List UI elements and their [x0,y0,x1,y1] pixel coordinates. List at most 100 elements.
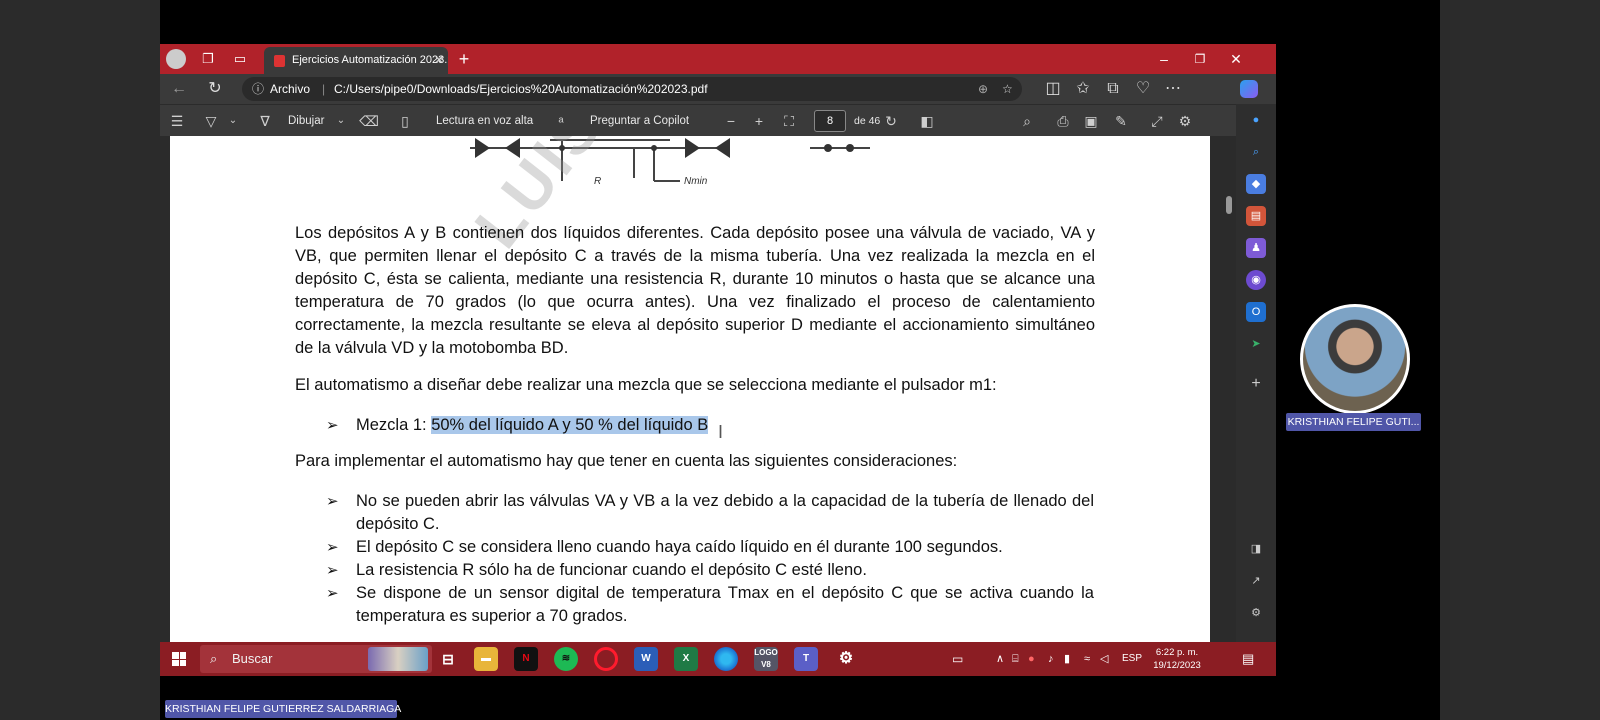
pdf-search-icon[interactable]: ⌕ [1016,105,1038,137]
word-icon[interactable]: W [634,647,658,671]
new-tab-icon[interactable]: + [452,44,476,74]
browser-essentials-icon[interactable]: ♡ [1130,74,1156,104]
fit-page-icon[interactable]: ⛶ [778,105,800,137]
tab-pdf-document[interactable]: Ejercicios Automatización 2023.pdf ✕ [264,47,448,74]
rotate-icon[interactable]: ↻ [880,105,902,137]
address-bar[interactable]: ⓘ Archivo | C:/Users/pipe0/Downloads/Eje… [242,77,1022,101]
send-icon[interactable]: ➤ [1246,334,1266,354]
close-window-icon[interactable]: ✕ [1218,44,1254,74]
split-screen-icon[interactable]: ◫ [1040,74,1066,104]
sidebar-settings-icon[interactable]: ⚙ [1246,603,1266,623]
left-letterbox [0,0,160,720]
tray-display-icon[interactable]: ▭ [952,642,963,676]
settings-icon[interactable]: ⚙ [834,647,858,671]
zoom-icon[interactable]: ⊕ [978,77,988,101]
mix-highlighted-text[interactable]: 50% del líquido A y 50 % del líquido B [431,416,709,434]
shopping-icon[interactable]: ◆ [1246,174,1266,194]
browser-window: ❐ ▭ Ejercicios Automatización 2023.pdf ✕… [160,44,1276,642]
draw-button[interactable]: Dibujar [288,105,324,137]
draw-icon[interactable]: ∇ [254,105,276,137]
highlight-icon[interactable]: ▽ [200,105,222,137]
notification-center-icon[interactable]: ▤ [1242,642,1254,676]
collections-icon[interactable]: ⧉ [1100,74,1126,104]
page-number-input[interactable]: 8 [814,110,846,132]
spotify-icon[interactable]: ≋ [554,647,578,671]
pdf-settings-icon[interactable]: ⚙ [1174,105,1196,137]
text-view-icon[interactable]: ▯ [394,105,416,137]
maximize-icon[interactable]: ❐ [1182,44,1218,74]
start-icon[interactable] [172,652,186,666]
browser-titlebar: ❐ ▭ Ejercicios Automatización 2023.pdf ✕… [160,44,1276,74]
taskbar-search-icon: ⌕ [210,651,218,666]
print-icon[interactable]: ⎙ [1052,105,1074,137]
add-sidebar-icon[interactable]: + [1246,374,1266,394]
back-icon[interactable]: ← [166,74,192,104]
copilot-icon[interactable] [1240,80,1258,98]
pdf-scrollbar[interactable] [1222,136,1236,642]
participant-avatar[interactable] [1300,304,1410,414]
tray-mic-icon[interactable]: ♪ [1048,642,1054,676]
tray-camera-icon[interactable]: ● [1028,642,1035,676]
site-info-icon[interactable]: ⓘ [252,77,264,101]
excel-icon[interactable]: X [674,647,698,671]
save-icon[interactable]: ▣ [1080,105,1102,137]
sidebar-search-icon[interactable]: ⌕ [1246,142,1266,162]
pdf-page[interactable]: R Nmin LUIS E. NEIRA Los depósitos A y B… [170,136,1210,642]
scrollbar-thumb[interactable] [1226,196,1232,214]
zoom-out-icon[interactable]: − [720,105,742,137]
notifications-icon[interactable]: ● [1246,110,1266,130]
favorites-icon[interactable]: ✩ [1070,74,1096,104]
consideration-text: El depósito C se considera lleno cuando … [356,538,1003,556]
tray-battery-icon[interactable]: ▮ [1064,642,1070,676]
favorite-star-icon[interactable]: ☆ [1002,77,1013,101]
netflix-icon[interactable]: N [514,647,538,671]
taskbar-search-placeholder: Buscar [232,651,273,666]
address-url: C:/Users/pipe0/Downloads/Ejercicios%20Au… [334,82,708,96]
profile-avatar-icon[interactable] [166,49,186,69]
tray-volume-icon[interactable]: ◁ [1100,642,1108,676]
tray-clock[interactable]: 6:22 p. m. 19/12/2023 [1150,646,1204,672]
pdf-viewer[interactable]: R Nmin LUIS E. NEIRA Los depósitos A y B… [160,136,1222,642]
bullet-arrow-icon: ➢ [326,493,339,510]
more-menu-icon[interactable]: ⋯ [1160,74,1186,104]
tray-overflow-icon[interactable]: ∧ [996,642,1004,676]
page-view-icon[interactable]: ◧ [916,105,938,137]
games-icon[interactable]: ♟ [1246,238,1266,258]
read-aloud-button[interactable]: Lectura en voz alta [436,105,533,137]
clock-time: 6:22 p. m. [1155,647,1199,658]
tray-devices-icon[interactable]: ⌸ [1012,642,1019,676]
outlook-icon[interactable]: O [1246,302,1266,322]
tab-close-icon[interactable]: ✕ [434,47,444,74]
save-as-icon[interactable]: ✎ [1110,105,1132,137]
zoom-in-icon[interactable]: + [748,105,770,137]
tray-language[interactable]: ESP [1122,642,1142,676]
teams-icon[interactable]: T [794,647,818,671]
hide-sidebar-icon[interactable]: ◨ [1246,539,1266,559]
pdf-toolbar: ☰ ▽ ⌄ ∇ Dibujar ⌄ ⌫ ▯ Lectura en voz alt… [160,104,1276,136]
office-icon[interactable]: ◉ [1246,270,1266,290]
file-explorer-icon[interactable]: ▬ [474,647,498,671]
edge-icon[interactable] [714,647,738,671]
contents-icon[interactable]: ☰ [166,105,188,137]
translate-icon[interactable]: ᵃ [550,105,572,137]
tools-icon[interactable]: ▤ [1246,206,1266,226]
task-view-icon[interactable]: ⊟ [436,647,460,671]
tray-wifi-icon[interactable]: ≈ [1084,642,1090,676]
external-link-icon[interactable]: ↗ [1246,571,1266,591]
workspaces-icon[interactable]: ❐ [196,44,220,74]
opera-icon[interactable] [594,647,618,671]
tab-actions-icon[interactable]: ▭ [228,44,252,74]
participant-name-tag: KRISTHIAN FELIPE GUTI... [1286,413,1421,431]
refresh-icon[interactable]: ↻ [202,74,228,104]
consideration-text: La resistencia R sólo ha de funcionar cu… [356,561,867,579]
draw-chevron-icon[interactable]: ⌄ [330,105,352,137]
erase-icon[interactable]: ⌫ [358,105,380,137]
minimize-icon[interactable]: – [1146,44,1182,74]
meeting-stage: ❐ ▭ Ejercicios Automatización 2023.pdf ✕… [0,0,1600,720]
fullscreen-icon[interactable]: ⤢ [1146,105,1168,137]
highlight-chevron-icon[interactable]: ⌄ [222,105,244,137]
taskbar-search[interactable]: ⌕ Buscar [200,645,432,673]
logo-soft-icon[interactable]: LOGO V8 [754,647,778,671]
bullet-arrow-icon: ➢ [326,539,339,556]
ask-copilot-button[interactable]: Preguntar a Copilot [590,105,689,137]
